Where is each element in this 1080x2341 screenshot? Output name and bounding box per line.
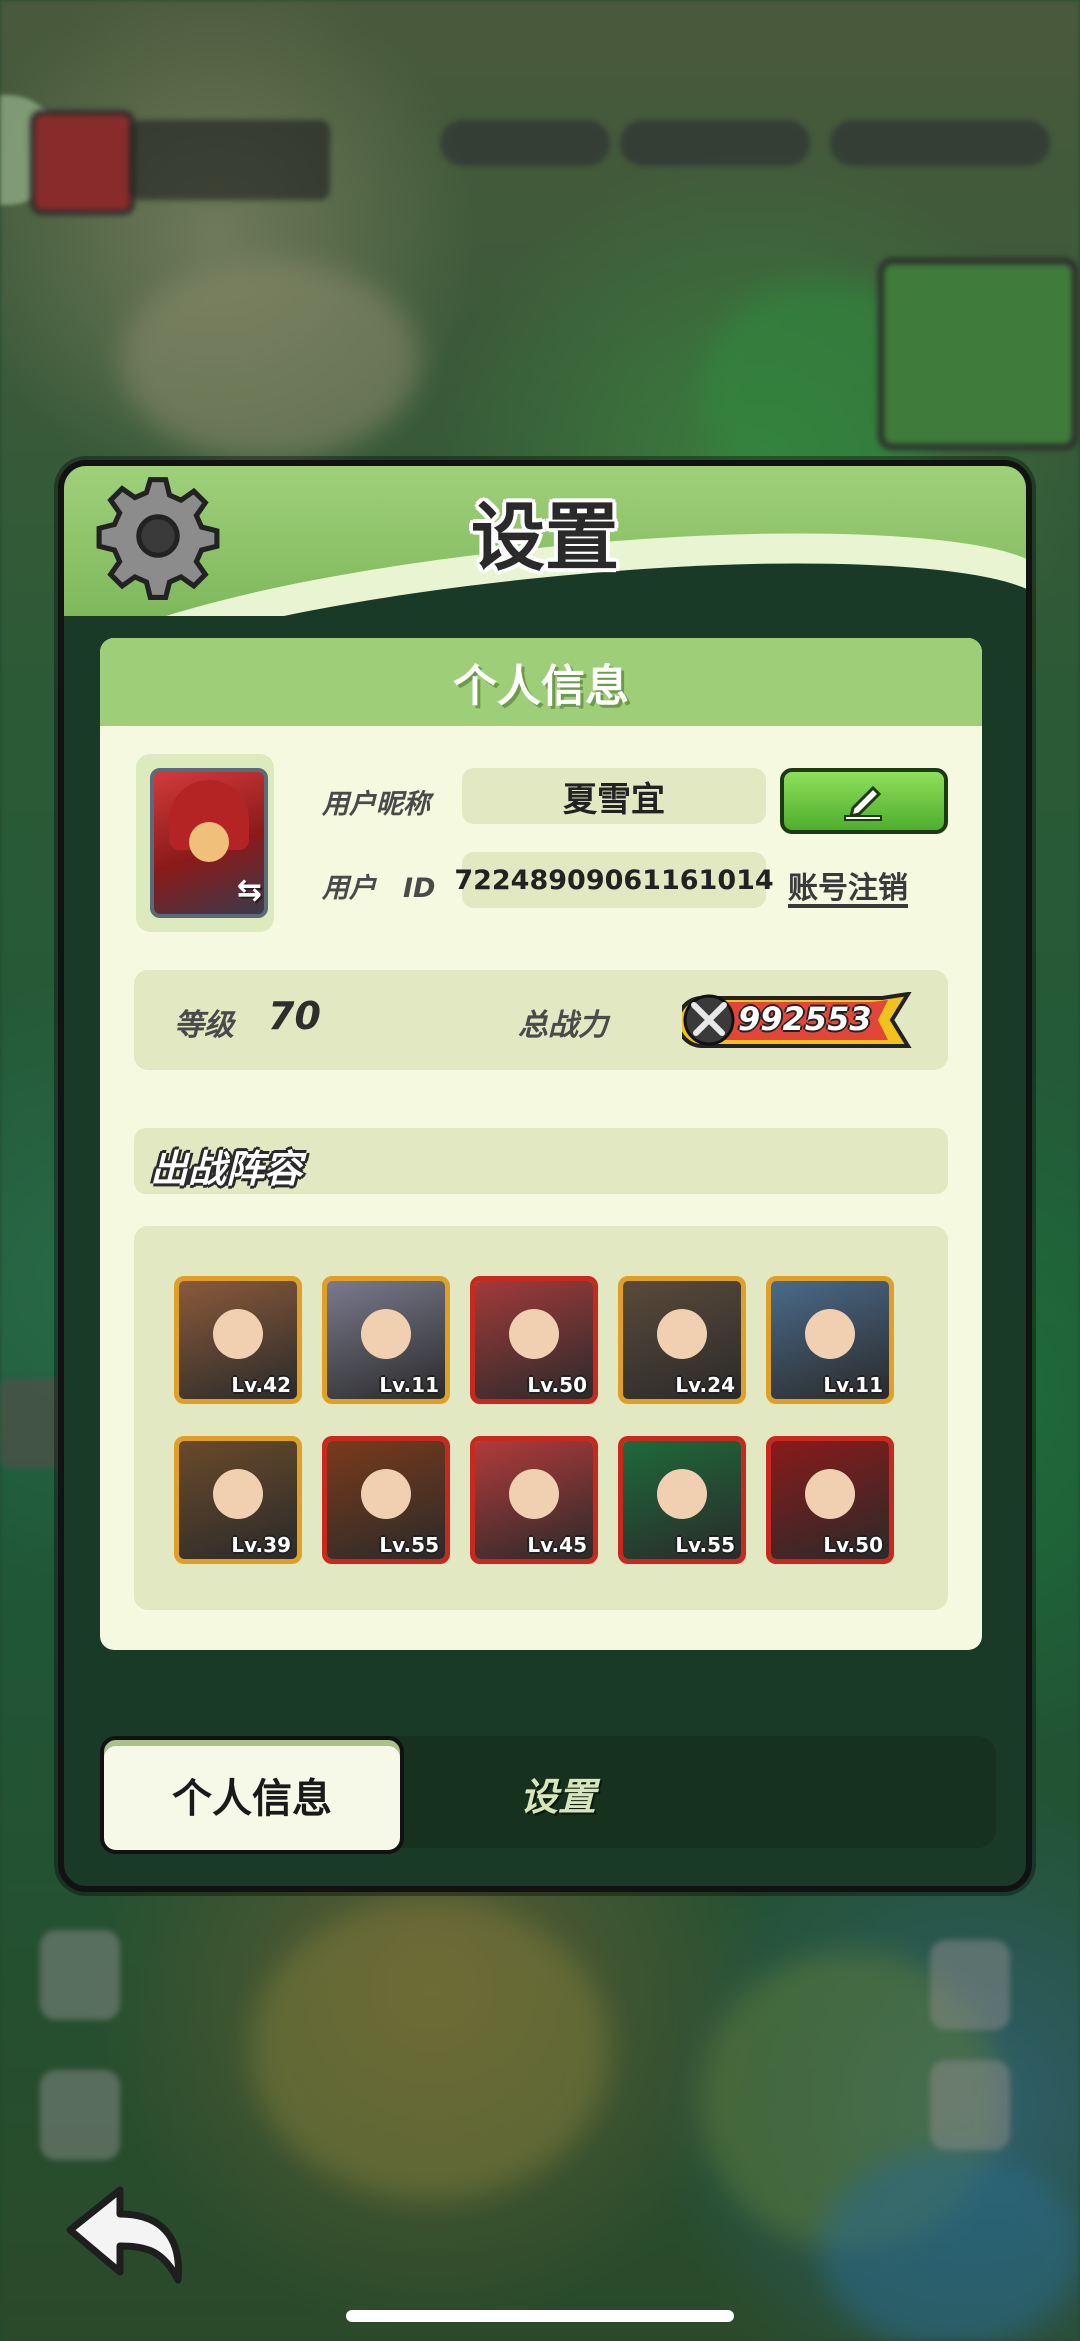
hero-card[interactable]: Lv.50 — [470, 1276, 598, 1404]
settings-dialog: 设置 个人信息 ⇆ 用户昵称 夏雪宜 用户 ID 722489090611610… — [58, 460, 1032, 1892]
edit-nickname-button[interactable] — [780, 768, 948, 834]
blurred-unit-icon — [40, 1930, 120, 2020]
blurred-player-avatar — [30, 110, 135, 215]
level-value: 70 — [268, 994, 321, 1038]
blurred-player-bar — [130, 120, 330, 200]
hero-level: Lv.42 — [231, 1373, 291, 1397]
user-id-label: 用户 ID — [322, 873, 436, 904]
hero-card[interactable]: Lv.11 — [322, 1276, 450, 1404]
swap-arrow-icon: ⇆ — [236, 873, 262, 908]
nickname-field: 夏雪宜 — [462, 768, 766, 824]
power-badge: 992553 — [682, 992, 912, 1048]
hero-card[interactable]: Lv.39 — [174, 1436, 302, 1564]
hero-level: Lv.55 — [675, 1533, 735, 1557]
hero-card[interactable]: Lv.42 — [174, 1276, 302, 1404]
dialog-tabs: 个人信息 设置 — [100, 1736, 996, 1854]
lineup-grid: Lv.42 Lv.11 Lv.50 Lv.24 Lv.11 Lv.39 Lv.5… — [134, 1226, 948, 1610]
back-arrow-icon[interactable] — [60, 2180, 190, 2290]
hero-level: Lv.11 — [379, 1373, 439, 1397]
dialog-title: 设置 — [471, 495, 619, 581]
hero-card[interactable]: Lv.50 — [766, 1436, 894, 1564]
hero-card[interactable]: Lv.24 — [618, 1276, 746, 1404]
profile-card: 个人信息 ⇆ 用户昵称 夏雪宜 用户 ID 72248909061161014 … — [100, 638, 982, 1650]
profile-card-header: 个人信息 — [100, 638, 982, 726]
blurred-unit-icon — [930, 2060, 1010, 2150]
blurred-resource-chip — [830, 120, 1050, 166]
hero-level: Lv.24 — [675, 1373, 735, 1397]
blurred-resource-chip — [620, 120, 810, 166]
dialog-header: 设置 — [64, 466, 1026, 616]
stats-row: 等级 70 总战力 992553 — [134, 970, 948, 1070]
hero-level: Lv.50 — [527, 1373, 587, 1397]
account-deregister-link[interactable]: 账号注销 — [788, 863, 908, 907]
hero-card[interactable]: Lv.55 — [322, 1436, 450, 1564]
power-value: 992553 — [738, 1000, 872, 1038]
blurred-resource-chip — [440, 120, 610, 166]
nickname-value: 夏雪宜 — [563, 779, 665, 820]
hero-card[interactable]: Lv.45 — [470, 1436, 598, 1564]
blurred-unit-icon — [930, 1940, 1010, 2030]
blurred-minimap — [878, 258, 1078, 450]
avatar-frame[interactable]: ⇆ — [136, 754, 274, 932]
nickname-label: 用户昵称 — [322, 789, 430, 820]
hero-level: Lv.50 — [823, 1533, 883, 1557]
avatar[interactable]: ⇆ — [150, 768, 268, 918]
hero-card[interactable]: Lv.11 — [766, 1276, 894, 1404]
hero-level: Lv.39 — [231, 1533, 291, 1557]
home-indicator[interactable] — [346, 2310, 734, 2322]
pencil-icon — [844, 785, 882, 821]
hero-card[interactable]: Lv.55 — [618, 1436, 746, 1564]
lineup-header: 出战阵容 — [134, 1128, 948, 1194]
hero-level: Lv.11 — [823, 1373, 883, 1397]
tab-profile[interactable]: 个人信息 — [100, 1736, 404, 1854]
profile-card-title: 个人信息 — [453, 661, 629, 712]
user-id-value: 72248909061161014 — [454, 864, 774, 896]
hero-level: Lv.45 — [527, 1533, 587, 1557]
hero-level: Lv.55 — [379, 1533, 439, 1557]
power-label: 总战力 — [518, 1008, 608, 1043]
crossed-swords-icon — [683, 994, 735, 1046]
level-label: 等级 — [174, 1008, 234, 1043]
lineup-title: 出战阵容 — [150, 1147, 303, 1191]
blurred-unit-icon — [40, 2070, 120, 2160]
tab-settings[interactable]: 设置 — [520, 1766, 596, 1821]
user-id-field: 72248909061161014 — [454, 852, 774, 908]
